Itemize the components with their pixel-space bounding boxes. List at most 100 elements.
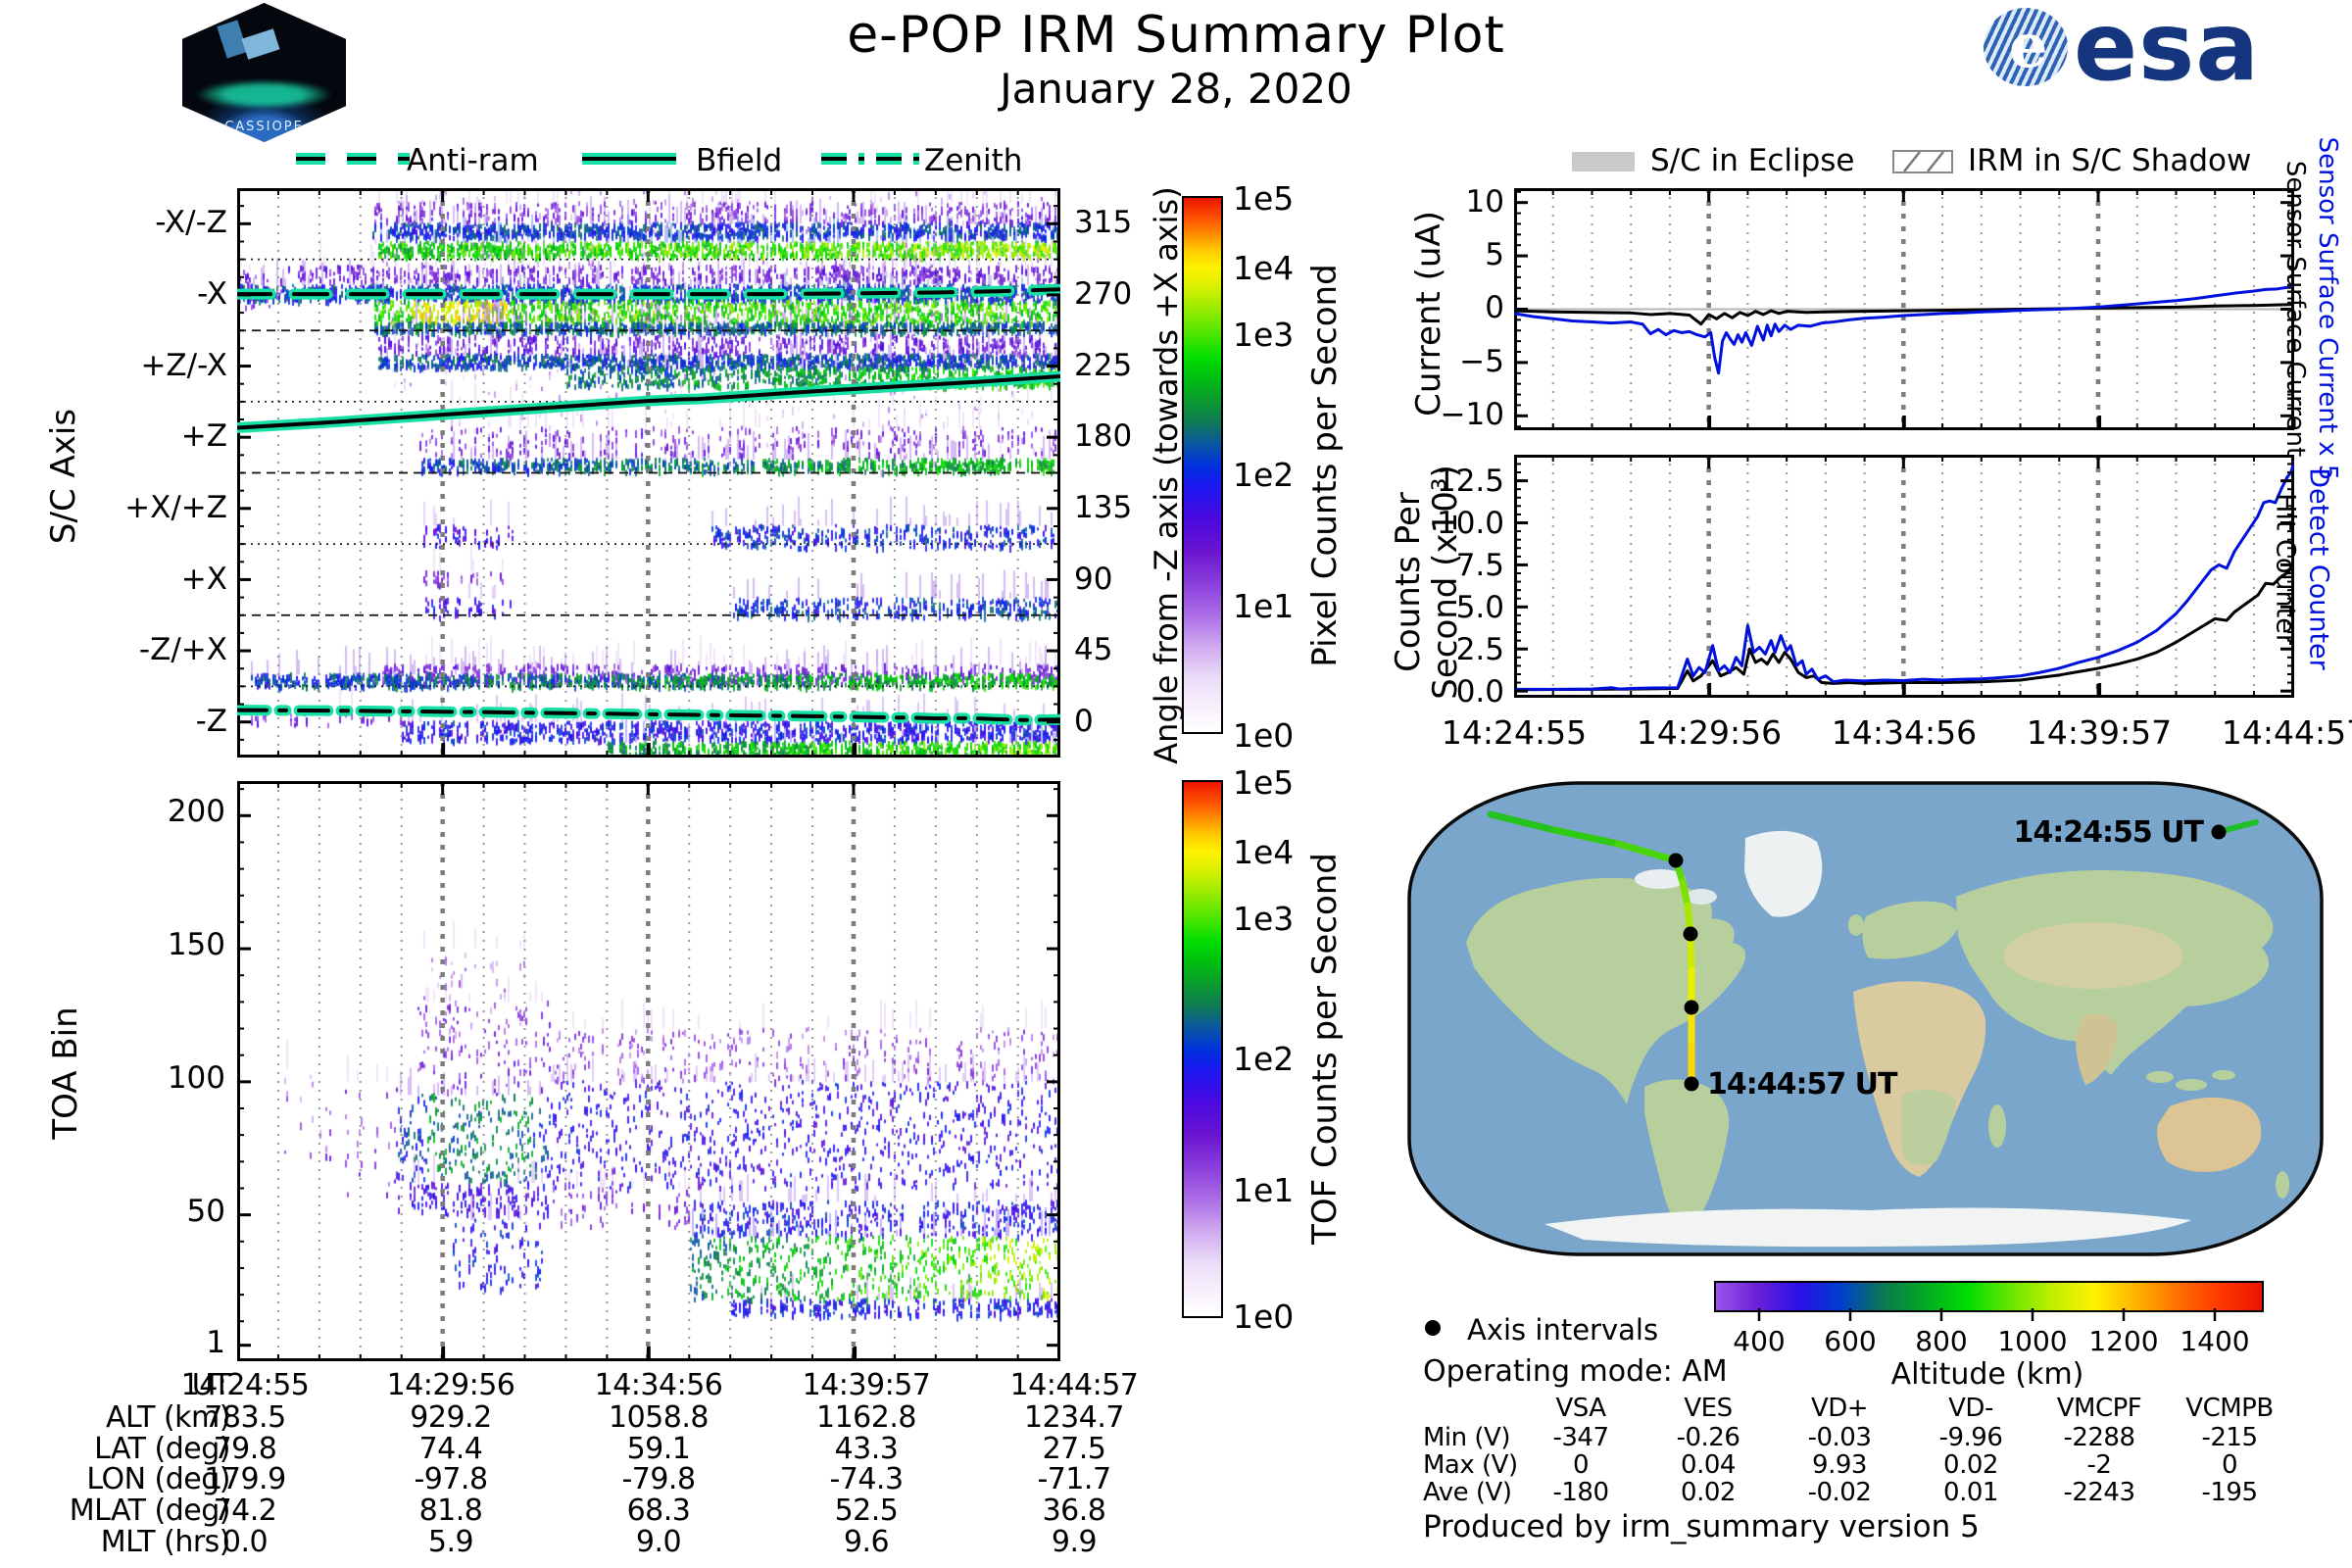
ephem-cell: -97.8	[414, 1462, 488, 1496]
angle-tick-180: 180	[1074, 418, 1133, 454]
sc-axis-spectrogram-overlay	[237, 188, 1060, 758]
world-map	[1407, 781, 2324, 1256]
cur-tick-10: 10	[1465, 184, 1504, 220]
shadow-hatch-icon	[1892, 150, 1953, 173]
cnt-tick-00: 0.0	[1455, 674, 1504, 710]
cbar2-tick-1e1: 1e1	[1233, 1171, 1295, 1209]
toa-spectrogram-overlay	[237, 781, 1060, 1361]
ephem-cell: 74.4	[418, 1432, 483, 1466]
axis-label-mxmz: -X/-Z	[155, 205, 227, 240]
toa-tick-100: 100	[167, 1060, 225, 1096]
zenith-line-icon	[821, 153, 925, 165]
antiram-line-icon	[296, 153, 410, 165]
angle-tick-315: 315	[1074, 205, 1133, 240]
volt-cell: 9.93	[1812, 1450, 1867, 1480]
alt-tick-1400: 1400	[2180, 1325, 2250, 1357]
ephem-cell: 14:39:57	[802, 1368, 931, 1402]
axis-label-pz: +Z	[180, 418, 227, 454]
rxtick-0: 14:24:55	[1441, 713, 1588, 752]
ephem-cell: 14:29:56	[386, 1368, 515, 1402]
cbar1-label: Pixel Counts per Second	[1305, 264, 1345, 667]
ephem-cell: 14:44:57	[1009, 1368, 1139, 1402]
cbar1-tick-1e2: 1e2	[1233, 456, 1295, 494]
altitude-bar-label: Altitude (km)	[1890, 1357, 2084, 1392]
ephem-cell: 74.2	[213, 1494, 277, 1528]
esa-logo-text: esa	[2074, 0, 2261, 102]
cnt-tick-25: 2.5	[1455, 632, 1504, 667]
axis-intervals-label: Axis intervals	[1467, 1313, 1659, 1347]
axis-label-px: +X	[180, 562, 227, 597]
ephem-cell: 0.0	[221, 1525, 269, 1559]
cbar1-tick-1e5: 1e5	[1233, 179, 1295, 218]
alt-tick-1000: 1000	[1997, 1325, 2068, 1357]
rxtick-3: 14:39:57	[2026, 713, 2173, 752]
ephem-cell: 43.3	[834, 1432, 899, 1466]
cbar1-tick-1e0: 1e0	[1233, 716, 1295, 755]
panel1-right-axis-label: Angle from -Z axis (towards +X axis)	[1148, 186, 1185, 764]
volt-cell: -215	[2201, 1423, 2258, 1452]
ephem-cell: 9.9	[1051, 1525, 1098, 1559]
volt-cell: -0.26	[1676, 1423, 1740, 1452]
ephem-cell: 9.6	[843, 1525, 890, 1559]
epop-irm-summary-plot: { "header": { "title": "e-POP IRM Summar…	[0, 0, 2352, 1568]
toa-spectrogram	[237, 781, 1060, 1361]
angle-tick-225: 225	[1074, 348, 1133, 383]
ephem-cell: 52.5	[834, 1494, 899, 1528]
alt-tick-800: 800	[1915, 1325, 1968, 1357]
axis-label-pxpz: +X/+Z	[124, 490, 227, 525]
panel1-ylabel: S/C Axis	[44, 408, 83, 545]
cbar2-tick-1e5: 1e5	[1233, 763, 1295, 802]
volt-cell: 0	[2221, 1450, 2238, 1480]
cbar2-tick-1e4: 1e4	[1233, 833, 1295, 871]
axis-label-mz: -Z	[195, 704, 227, 739]
cbar1-tick-1e1: 1e1	[1233, 587, 1295, 625]
volt-cell: -9.96	[1938, 1423, 2003, 1452]
cbar2-tick-1e2: 1e2	[1233, 1040, 1295, 1078]
angle-tick-0: 0	[1074, 704, 1094, 739]
volt-cell: -180	[1552, 1478, 1609, 1507]
toa-tick-150: 150	[167, 927, 225, 962]
eclipse-swatch-icon	[1572, 152, 1635, 172]
volt-cell: -2288	[2063, 1423, 2135, 1452]
ephem-cell: 929.2	[410, 1400, 492, 1435]
ephem-cell: 9.0	[635, 1525, 682, 1559]
toa-tick-200: 200	[167, 794, 225, 829]
ephem-cell: 1234.7	[1024, 1400, 1124, 1435]
legend-antiram: Anti-ram	[407, 143, 539, 178]
ephem-cell: 14:34:56	[594, 1368, 723, 1402]
volt-cell: -0.03	[1807, 1423, 1872, 1452]
ephem-cell: 1058.8	[609, 1400, 709, 1435]
cbar2-tick-1e3: 1e3	[1233, 900, 1295, 938]
rxtick-1: 14:29:56	[1636, 713, 1783, 752]
volt-cell: 0.02	[1943, 1450, 1998, 1480]
legend-bfield: Bfield	[696, 143, 783, 178]
sc-axis-spectrogram	[237, 188, 1060, 758]
cnt-tick-50: 5.0	[1455, 590, 1504, 625]
counts-right-label-blue: Detect Counter	[2303, 467, 2334, 670]
volt-cell: 0.04	[1681, 1450, 1736, 1480]
volt-cell: 0.01	[1943, 1478, 1998, 1507]
operating-mode: Operating mode: AM	[1423, 1354, 1728, 1389]
volt-cell: 0.02	[1681, 1478, 1736, 1507]
ephem-cell: 27.5	[1042, 1432, 1106, 1466]
cur-tick-0: 0	[1485, 290, 1504, 325]
angle-tick-135: 135	[1074, 490, 1133, 525]
ephem-cell: 59.1	[626, 1432, 691, 1466]
volt-col-header: VES	[1684, 1394, 1733, 1423]
map-end-label: 14:44:57 UT	[1707, 1067, 1898, 1102]
produced-by: Produced by irm_summary version 5	[1423, 1509, 1980, 1544]
volt-col-header: VD+	[1810, 1394, 1869, 1423]
volt-cell: -2243	[2063, 1478, 2135, 1507]
bfield-line-icon	[582, 153, 676, 165]
volt-col-header: VCMPB	[2185, 1394, 2274, 1423]
axis-label-pzmx: +Z/-X	[140, 348, 227, 383]
rxtick-2: 14:34:56	[1831, 713, 1978, 752]
rxtick-4: 14:44:57	[2221, 713, 2352, 752]
toa-tick-1: 1	[206, 1325, 225, 1360]
angle-tick-90: 90	[1074, 562, 1113, 597]
toa-tick-50: 50	[186, 1194, 225, 1229]
map-start-label: 14:24:55 UT	[2013, 815, 2204, 850]
ephem-cell: 81.8	[418, 1494, 483, 1528]
ephem-cell: 36.8	[1042, 1494, 1106, 1528]
volt-cell: -0.02	[1807, 1478, 1872, 1507]
